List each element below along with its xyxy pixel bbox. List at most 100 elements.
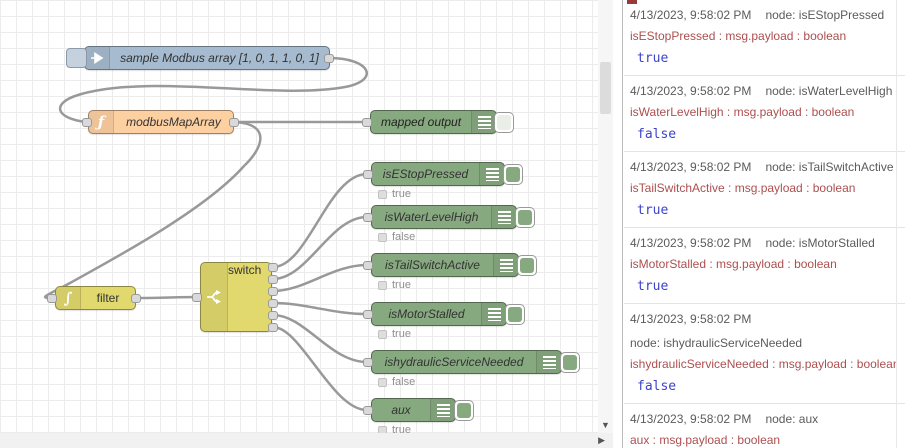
debug-toggle[interactable] — [515, 207, 535, 228]
switch-output-port-3[interactable] — [268, 287, 278, 296]
node-status: true — [378, 328, 411, 340]
node-filter[interactable]: ∫ filter — [55, 286, 136, 310]
input-port[interactable] — [363, 310, 373, 319]
node-label: isWaterLevelHigh — [384, 210, 479, 224]
wire — [135, 295, 198, 300]
horizontal-scrollbar[interactable]: ▶ — [0, 433, 613, 448]
debug-list-icon — [491, 206, 516, 228]
status-dot-icon — [378, 425, 387, 433]
status-dot-icon — [378, 232, 387, 242]
input-port[interactable] — [363, 170, 373, 179]
message-timestamp: 4/13/2023, 9:58:02 PM — [630, 312, 752, 326]
input-port[interactable] — [363, 261, 373, 270]
message-property: ishydraulicServiceNeeded : msg.payload :… — [630, 357, 897, 371]
input-port[interactable] — [363, 358, 373, 367]
switch-output-port-5[interactable] — [268, 311, 278, 320]
output-port[interactable] — [131, 294, 141, 303]
message-meta: 4/13/2023, 9:58:02 PM node: ishydraulicS… — [630, 312, 897, 350]
message-timestamp: 4/13/2023, 9:58:02 PM — [630, 236, 752, 250]
sidebar-divider[interactable] — [622, 0, 623, 448]
node-inject[interactable]: sample Modbus array [1, 0, 1, 1, 0, 1] — [84, 46, 330, 70]
debug-message[interactable]: 4/13/2023, 9:58:02 PM node: ishydraulicS… — [624, 304, 905, 404]
message-node: node: isWaterLevelHigh — [765, 84, 893, 98]
inject-arrow-icon — [85, 47, 110, 69]
message-meta: 4/13/2023, 9:58:02 PM node: isEStopPress… — [630, 8, 897, 22]
debug-toggle[interactable] — [505, 304, 525, 325]
message-value[interactable]: false — [630, 379, 897, 394]
debug-message[interactable]: 4/13/2023, 9:58:02 PM node: isWaterLevel… — [624, 76, 905, 152]
message-meta: 4/13/2023, 9:58:02 PM node: isTailSwitch… — [630, 160, 897, 174]
wire — [272, 301, 368, 316]
inject-button[interactable] — [66, 48, 87, 68]
wire — [272, 215, 368, 281]
debug-list-icon — [481, 303, 506, 325]
message-meta: 4/13/2023, 9:58:02 PM node: isMotorStall… — [630, 236, 897, 250]
debug-toggle[interactable] — [560, 352, 580, 373]
output-port[interactable] — [229, 118, 239, 127]
input-port[interactable] — [47, 294, 57, 303]
node-function[interactable]: ƒ modbusMapArray — [88, 110, 234, 134]
node-label: switch — [228, 263, 262, 277]
node-debug-aux[interactable]: aux — [371, 398, 456, 422]
flow-canvas[interactable]: sample Modbus array [1, 0, 1, 1, 0, 1] ƒ… — [0, 0, 598, 433]
switch-output-port-2[interactable] — [268, 275, 278, 284]
debug-sidebar[interactable]: 4/13/2023, 9:58:02 PM node: isEStopPress… — [624, 0, 905, 448]
input-port[interactable] — [192, 293, 202, 302]
message-value[interactable]: true — [630, 279, 897, 294]
node-status: true — [378, 279, 411, 291]
status-dot-icon — [378, 377, 387, 387]
message-node: node: isMotorStalled — [765, 236, 875, 250]
vertical-scrollbar-thumb[interactable] — [600, 62, 611, 114]
node-status: true — [378, 188, 411, 200]
input-port[interactable] — [363, 213, 373, 222]
node-label: isTailSwitchActive — [385, 258, 480, 272]
node-switch[interactable]: switch — [200, 262, 272, 332]
scroll-right-arrow-icon[interactable]: ▶ — [598, 435, 605, 446]
debug-message[interactable]: 4/13/2023, 9:58:02 PM node: isMotorStall… — [624, 228, 905, 304]
scroll-down-arrow-icon[interactable]: ▼ — [601, 420, 610, 430]
message-value[interactable]: true — [630, 51, 897, 66]
debug-message[interactable]: 4/13/2023, 9:58:02 PM node: aux aux : ms… — [624, 404, 905, 448]
message-timestamp: 4/13/2023, 9:58:02 PM — [630, 84, 752, 98]
debug-toggle[interactable] — [454, 400, 474, 421]
switch-output-port-1[interactable] — [268, 263, 278, 272]
input-port[interactable] — [363, 406, 373, 415]
input-port[interactable] — [82, 118, 92, 127]
filter-icon: ∫ — [56, 287, 81, 309]
node-status: true — [378, 424, 411, 433]
debug-toggle[interactable] — [503, 164, 523, 185]
node-label: mapped output — [380, 115, 462, 129]
status-dot-icon — [378, 189, 387, 199]
switch-output-port-4[interactable] — [268, 299, 278, 308]
output-port[interactable] — [324, 54, 334, 63]
node-debug-isWaterLevelHigh[interactable]: isWaterLevelHigh — [371, 205, 517, 229]
message-timestamp: 4/13/2023, 9:58:02 PM — [630, 160, 752, 174]
node-status: false — [378, 231, 415, 243]
wire — [272, 313, 368, 364]
node-label: isMotorStalled — [388, 307, 465, 321]
node-debug-isEStopPressed[interactable]: isEStopPressed — [371, 162, 505, 186]
debug-list-icon — [471, 111, 496, 133]
node-debug-mapped-output[interactable]: mapped output — [370, 110, 497, 134]
node-debug-isMotorStalled[interactable]: isMotorStalled — [371, 302, 507, 326]
node-label: ishydraulicServiceNeeded — [384, 355, 524, 369]
node-debug-ishydraulicServiceNeeded[interactable]: ishydraulicServiceNeeded — [371, 350, 562, 374]
wire — [272, 263, 368, 293]
debug-message[interactable]: 4/13/2023, 9:58:02 PM node: isTailSwitch… — [624, 152, 905, 228]
status-dot-icon — [378, 329, 387, 339]
switch-output-port-6[interactable] — [268, 323, 278, 332]
debug-toggle[interactable] — [494, 112, 514, 133]
message-value[interactable]: false — [630, 127, 897, 142]
debug-message[interactable]: 4/13/2023, 9:58:02 PM node: isEStopPress… — [624, 0, 905, 76]
node-debug-isTailSwitchActive[interactable]: isTailSwitchActive — [371, 253, 519, 277]
message-property: isMotorStalled : msg.payload : boolean — [630, 257, 837, 271]
switch-icon — [201, 263, 228, 331]
message-node: node: isTailSwitchActive — [765, 160, 894, 174]
message-value[interactable]: true — [630, 203, 897, 218]
sidebar-edge-line — [896, 0, 897, 448]
vertical-scrollbar[interactable]: ▼ — [598, 0, 613, 433]
message-meta: 4/13/2023, 9:58:02 PM node: isWaterLevel… — [630, 84, 897, 98]
debug-toggle[interactable] — [517, 255, 537, 276]
input-port[interactable] — [362, 118, 372, 127]
status-dot-icon — [378, 280, 387, 290]
